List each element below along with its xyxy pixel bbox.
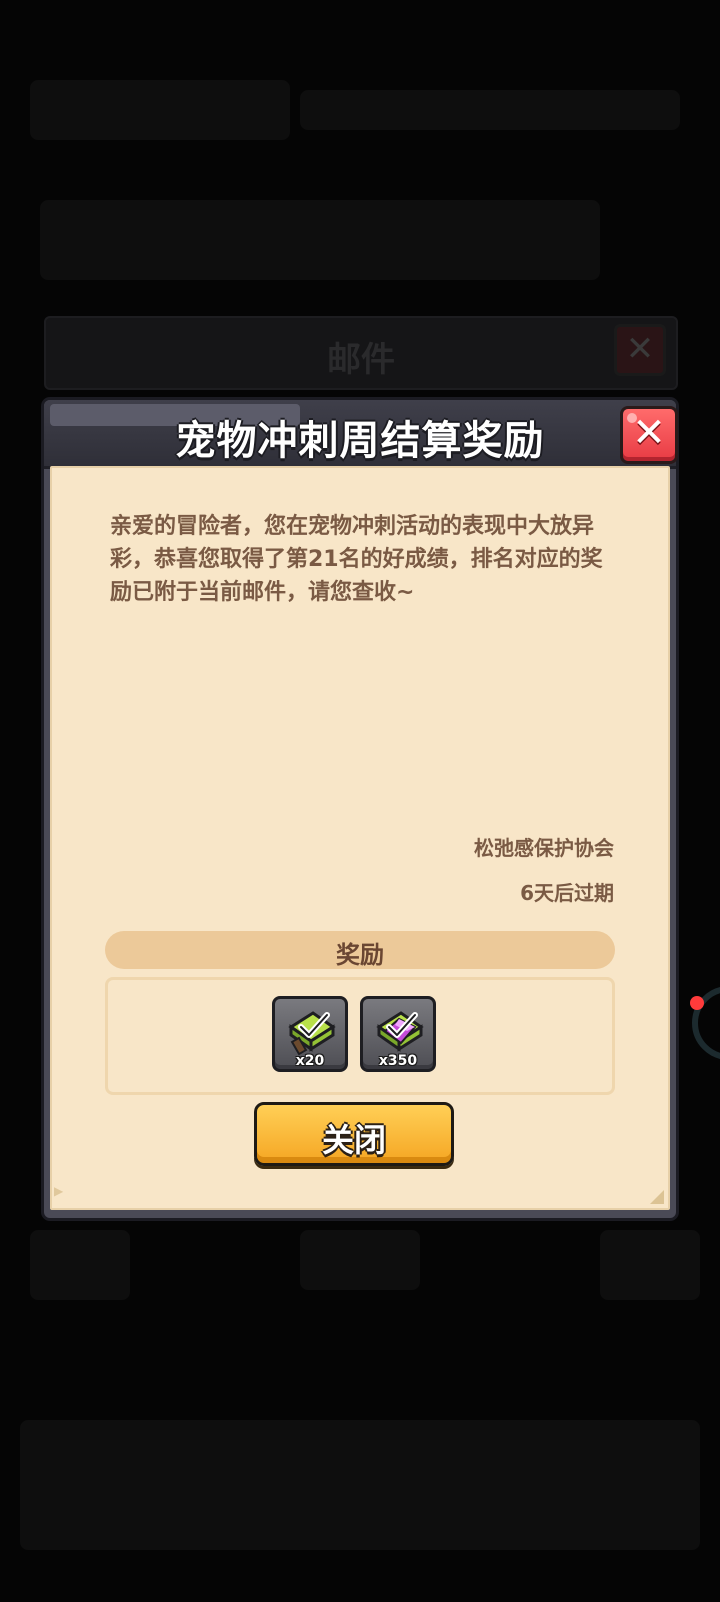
green-ticket-icon	[288, 1011, 336, 1056]
mail-paper: 亲爱的冒险者，您在宠物冲刺活动的表现中大放异彩，恭喜您取得了第21名的好成绩，排…	[50, 466, 670, 1210]
dialog-title: 宠物冲刺周结算奖励	[175, 418, 545, 464]
dialog-header: 宠物冲刺周结算奖励 ✕	[44, 400, 678, 469]
notification-dot	[690, 996, 704, 1010]
bg-mail-title: 邮件	[327, 340, 395, 380]
reward-item[interactable]: x350	[360, 996, 436, 1072]
bg-scene	[40, 200, 600, 280]
bg-tile	[30, 1230, 130, 1300]
mail-expiry: 6天后过期	[520, 881, 614, 905]
paper-fold-corner	[650, 1190, 664, 1204]
bg-close-icon: ✕	[614, 324, 666, 376]
mail-message: 亲爱的冒险者，您在宠物冲刺活动的表现中大放异彩，恭喜您取得了第21名的好成绩，排…	[110, 514, 603, 605]
bg-tile	[600, 1230, 700, 1300]
rewards-label: 奖励	[336, 941, 384, 969]
bg-banner-right	[300, 90, 680, 130]
purple-gem-ticket-icon	[376, 1011, 424, 1052]
rewards-header: 奖励	[105, 931, 615, 969]
reward-item[interactable]: x20	[272, 996, 348, 1072]
paper-fold-left: ▶	[54, 1184, 64, 1198]
bg-mail-window: 邮件 ✕	[44, 316, 678, 390]
bg-banner	[30, 80, 290, 140]
close-button[interactable]: 关闭	[254, 1102, 454, 1166]
reward-count: x20	[295, 1053, 325, 1069]
game-screen: 邮件 ✕ 宠物冲刺周结算奖励 ✕ 亲爱的冒险者，您在宠物冲刺活动的表现中大放异彩…	[0, 0, 720, 1602]
bg-bottom-nav	[20, 1420, 700, 1550]
close-button-label: 关闭	[321, 1121, 386, 1159]
close-x-button[interactable]: ✕	[620, 406, 678, 464]
bg-tile	[300, 1230, 420, 1290]
reward-count: x350	[378, 1053, 418, 1069]
reward-mail-dialog: 宠物冲刺周结算奖励 ✕ 亲爱的冒险者，您在宠物冲刺活动的表现中大放异彩，恭喜您取…	[44, 400, 678, 1218]
mail-sender: 松弛感保护协会	[474, 836, 614, 860]
close-icon: ✕	[632, 410, 666, 456]
